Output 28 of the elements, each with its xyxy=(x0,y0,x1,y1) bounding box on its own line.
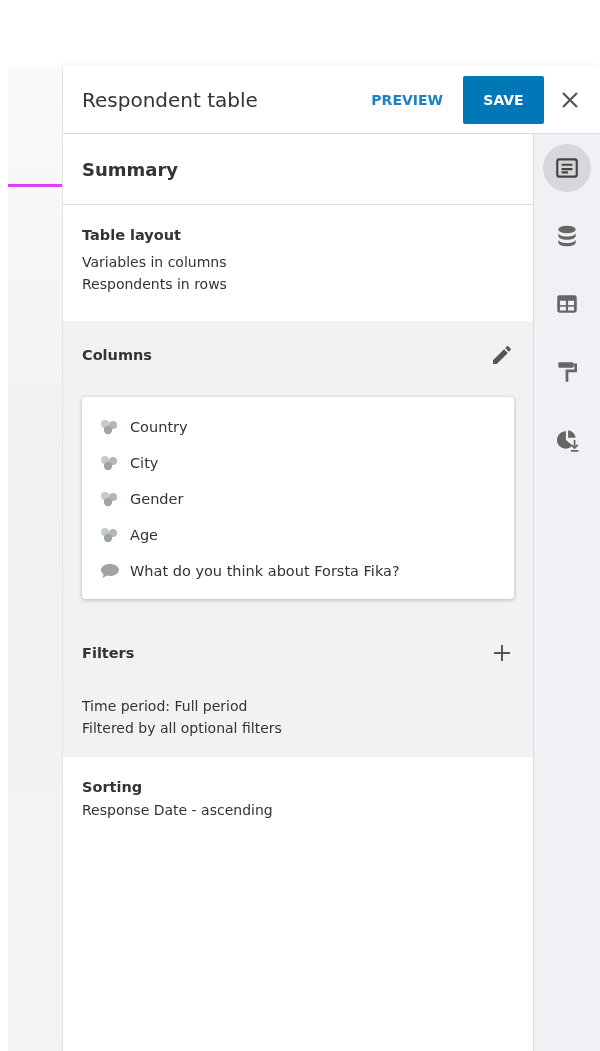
panel-title: Respondent table xyxy=(82,87,259,112)
document-icon xyxy=(554,155,580,181)
dots-icon xyxy=(100,491,120,507)
accent-line xyxy=(8,184,62,187)
column-name: Gender xyxy=(130,491,184,507)
speech-bubble-icon xyxy=(100,563,120,579)
layout-text: Respondents in rows xyxy=(82,275,228,294)
section-title: Table layout xyxy=(82,227,182,243)
section-title: Summary xyxy=(82,158,180,180)
edit-icon[interactable] xyxy=(490,343,514,367)
section-title: Columns xyxy=(82,347,152,363)
section-title: Sorting xyxy=(82,779,144,795)
save-button[interactable]: SAVE xyxy=(463,75,544,124)
dots-icon xyxy=(100,455,120,471)
summary-tab[interactable] xyxy=(543,144,591,192)
dots-icon xyxy=(100,419,120,435)
pie-chart-download-icon xyxy=(554,427,580,453)
column-name: Country xyxy=(130,419,188,435)
filter-text: Time period: Full period xyxy=(82,697,249,716)
dots-icon xyxy=(100,527,120,543)
section-title: Filters xyxy=(82,645,135,661)
sorting-text: Response Date - ascending xyxy=(82,801,274,820)
column-name: What do you think about Forsta Fika? xyxy=(130,563,400,579)
preview-button[interactable]: PREVIEW xyxy=(363,85,451,114)
column-name: Age xyxy=(130,527,159,543)
column-name: City xyxy=(130,455,159,471)
filter-text: Filtered by all optional filters xyxy=(82,719,283,738)
layout-text: Variables in columns xyxy=(82,253,228,272)
